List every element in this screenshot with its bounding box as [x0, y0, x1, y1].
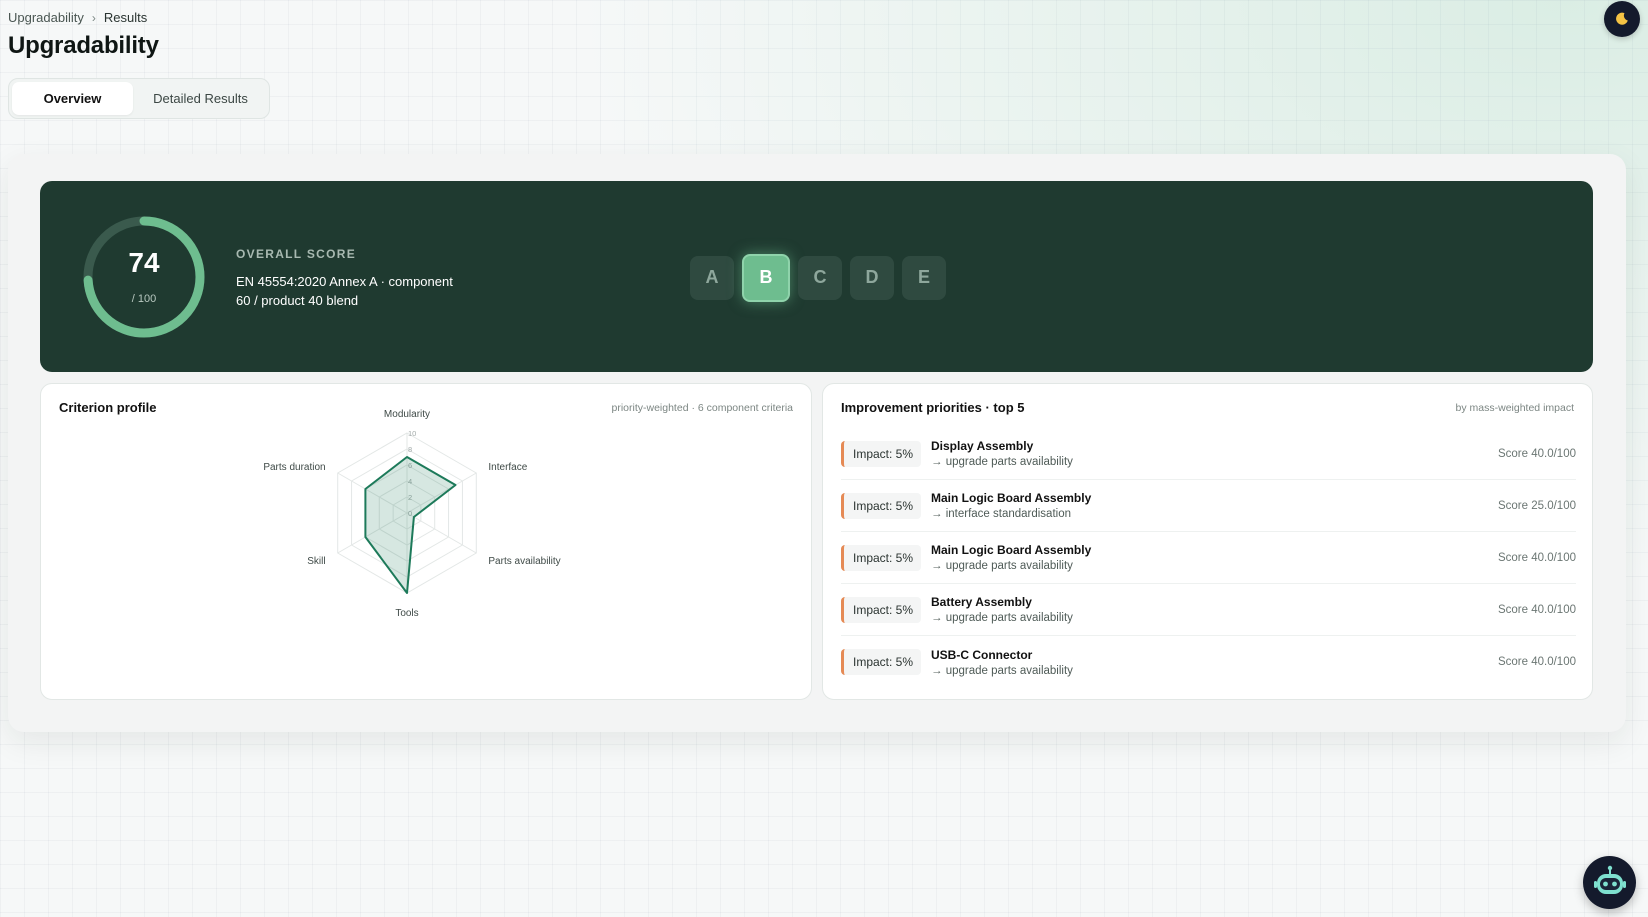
- recommended-action: → upgrade parts availability: [931, 612, 1073, 624]
- radar-spoke: [406, 512, 477, 554]
- breadcrumb-current: Results: [103, 10, 148, 25]
- breadcrumb-parent[interactable]: Upgradability: [8, 10, 84, 25]
- breadcrumb-separator: ›: [91, 10, 96, 25]
- component-score: Score 40.0/100: [1497, 447, 1576, 460]
- recommended-action: → interface standardisation: [931, 508, 1071, 520]
- overall-score-description: EN 45554:2020 Annex A · component 60 / p…: [236, 274, 453, 308]
- grade-e: E: [902, 255, 946, 300]
- component-name: Battery Assembly: [931, 595, 1032, 609]
- tab-overview[interactable]: Overview: [12, 82, 133, 115]
- priority-row[interactable]: Impact: 5% Battery Assembly → upgrade pa…: [841, 584, 1576, 636]
- criterion-profile-panel: Criterion profile priority-weighted · 6 …: [40, 383, 812, 700]
- priority-row[interactable]: Impact: 5% Main Logic Board Assembly → i…: [841, 480, 1576, 532]
- component-name: Display Assembly: [931, 439, 1034, 453]
- radar-axis-label: Parts duration: [263, 462, 325, 473]
- component-name: Main Logic Board Assembly: [931, 491, 1092, 505]
- impact-badge: Impact: 5%: [841, 440, 921, 467]
- impact-badge: Impact: 5%: [841, 596, 921, 623]
- component-score: Score 40.0/100: [1497, 551, 1576, 564]
- priority-row[interactable]: Impact: 5% USB-C Connector → upgrade par…: [841, 636, 1576, 688]
- priority-list: Impact: 5% Display Assembly → upgrade pa…: [841, 428, 1576, 688]
- component-score: Score 40.0/100: [1497, 656, 1576, 668]
- radar-tick-label: 10: [408, 429, 416, 438]
- tab-detailed-results[interactable]: Detailed Results: [133, 82, 268, 115]
- improvement-priorities-title: Improvement priorities · top 5: [841, 400, 1025, 415]
- component-score: Score 25.0/100: [1497, 499, 1576, 512]
- overall-score-value: 74: [128, 247, 160, 278]
- criterion-radar-chart: 0246810 ModularityInterfaceParts availab…: [263, 409, 560, 619]
- moon-icon: [1616, 12, 1628, 25]
- impact-badge: Impact: 5%: [841, 492, 921, 519]
- radar-axis-label: Modularity: [384, 409, 430, 420]
- grade-a: A: [690, 255, 734, 300]
- radar-axis-label: Skill: [307, 556, 325, 567]
- priority-row[interactable]: Impact: 5% Main Logic Board Assembly → u…: [841, 532, 1576, 584]
- priority-row[interactable]: Impact: 5% Display Assembly → upgrade pa…: [841, 428, 1576, 480]
- grade-c: C: [798, 255, 842, 300]
- radar-axis-label: Tools: [395, 608, 418, 619]
- improvement-priorities-subtitle: by mass-weighted impact: [1455, 402, 1574, 414]
- grade-b: B: [742, 253, 790, 302]
- view-tabs: Overview Detailed Results: [8, 78, 270, 119]
- overall-score-label: OVERALL SCORE: [236, 247, 357, 261]
- overall-score-suffix: / 100: [131, 293, 157, 305]
- grade-d: D: [850, 255, 894, 300]
- radar-tick-label: 8: [408, 445, 412, 454]
- improvement-priorities-panel: Improvement priorities · top 5 by mass-w…: [822, 383, 1593, 700]
- recommended-action: → upgrade parts availability: [931, 664, 1073, 677]
- assistant-button[interactable]: [1583, 856, 1636, 909]
- radar-axis-label: Interface: [488, 462, 527, 473]
- impact-badge: Impact: 5%: [841, 649, 921, 675]
- recommended-action: → upgrade parts availability: [931, 560, 1073, 572]
- component-score: Score 40.0/100: [1497, 603, 1576, 616]
- radar-axis-label: Parts availability: [488, 556, 560, 567]
- grade-scale: A B C D E: [690, 253, 946, 302]
- component-name: USB-C Connector: [931, 647, 1033, 662]
- breadcrumb: Upgradability › Results: [8, 10, 147, 25]
- impact-badge: Impact: 5%: [841, 544, 921, 571]
- theme-toggle-button[interactable]: [1604, 1, 1640, 37]
- robot-icon: [1593, 865, 1626, 894]
- page-title: Upgradability: [8, 32, 159, 59]
- recommended-action: → upgrade parts availability: [931, 456, 1073, 468]
- component-name: Main Logic Board Assembly: [931, 543, 1092, 557]
